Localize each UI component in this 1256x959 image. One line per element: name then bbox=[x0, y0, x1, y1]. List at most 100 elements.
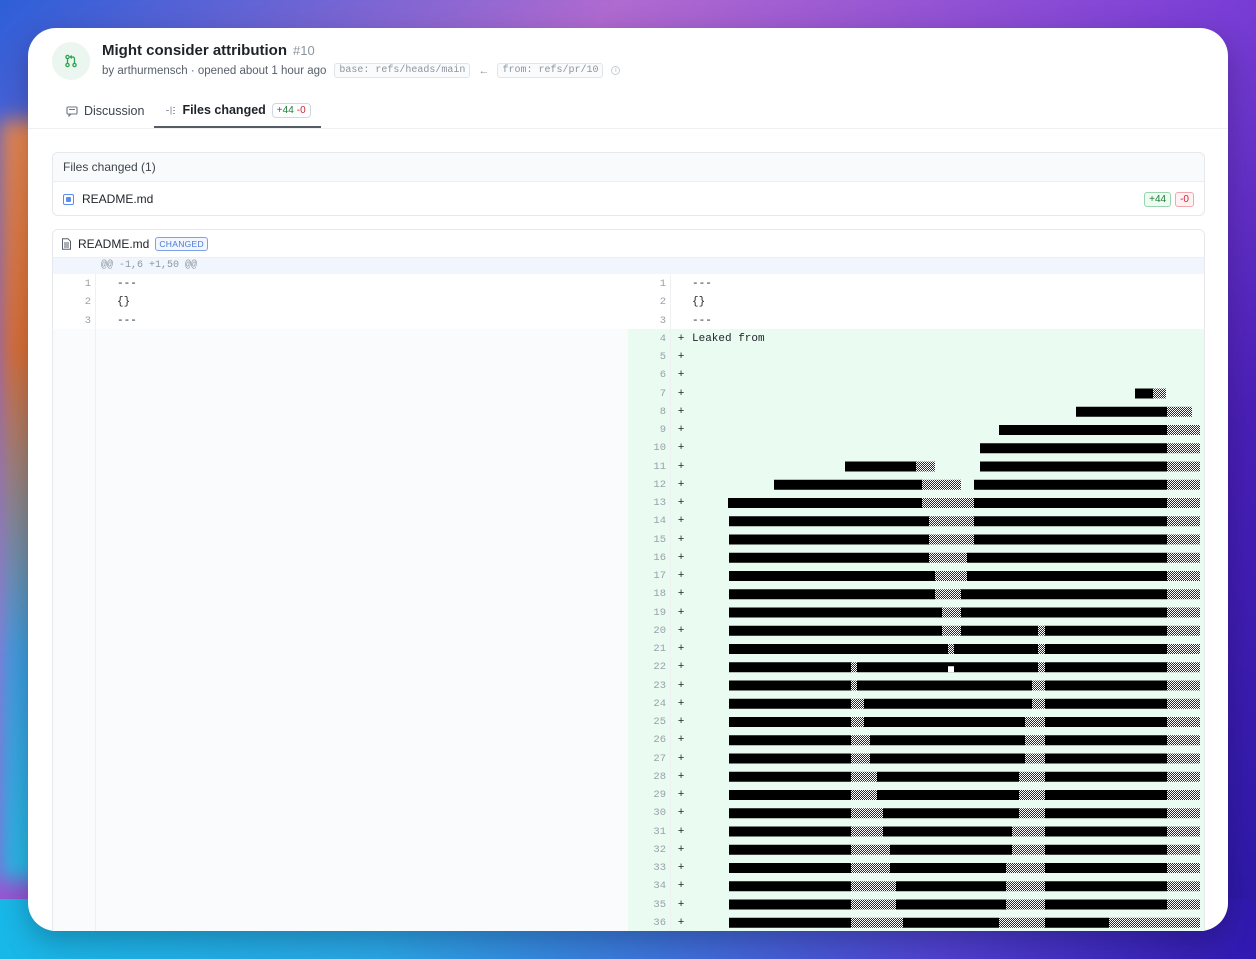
ascii-block-solid bbox=[729, 698, 851, 709]
ascii-block-dither bbox=[1167, 735, 1200, 746]
tab-files-changed[interactable]: Files changed +44 -0 bbox=[154, 94, 321, 128]
tab-discussion[interactable]: Discussion bbox=[56, 94, 154, 128]
diff-panel: README.md CHANGED @@ -1,6 +1,50 @@ 1 --- 2… bbox=[52, 229, 1205, 931]
ascii-block-dither bbox=[1167, 698, 1200, 709]
file-list-name: README.md bbox=[82, 192, 154, 206]
pr-number: #10 bbox=[293, 43, 315, 58]
base-ref-chip[interactable]: base: refs/heads/main bbox=[334, 63, 471, 78]
ascii-block-solid bbox=[903, 917, 999, 928]
ascii-block-dither bbox=[935, 589, 961, 600]
ascii-block-dither bbox=[1167, 571, 1200, 581]
ascii-block-dither bbox=[1025, 735, 1045, 746]
diff-file-name[interactable]: README.md bbox=[78, 237, 149, 251]
ascii-block-dither bbox=[1038, 625, 1045, 636]
ascii-block-dither bbox=[851, 881, 896, 892]
ascii-block-dither bbox=[1019, 771, 1045, 782]
ascii-block-solid bbox=[1045, 662, 1167, 673]
ascii-block-solid bbox=[1045, 753, 1167, 764]
ascii-block-dither bbox=[851, 917, 903, 928]
ascii-block-dither bbox=[1167, 461, 1200, 472]
ascii-block-dither bbox=[1006, 863, 1045, 873]
ascii-block-solid bbox=[890, 844, 1012, 855]
info-icon[interactable]: i bbox=[611, 66, 621, 75]
ascii-block-dither bbox=[851, 826, 883, 837]
ascii-block-solid bbox=[967, 571, 1167, 581]
pr-tabs: Discussion Files changed +44 -0 bbox=[56, 94, 321, 128]
ascii-block-solid bbox=[1045, 899, 1167, 910]
ascii-block-dither bbox=[1032, 698, 1045, 709]
ascii-block-solid bbox=[896, 899, 1006, 910]
ascii-block-solid bbox=[1045, 625, 1167, 636]
ascii-block-dither bbox=[851, 698, 864, 709]
ascii-block-solid bbox=[729, 662, 851, 673]
ascii-block-solid bbox=[883, 826, 1012, 837]
ascii-block-dither bbox=[929, 552, 967, 563]
ascii-block-solid bbox=[961, 589, 1167, 600]
ascii-block-dither bbox=[1167, 607, 1200, 618]
ascii-block-dither bbox=[929, 516, 974, 527]
ascii-block-solid bbox=[1135, 388, 1153, 399]
ascii-block-solid bbox=[967, 552, 1167, 563]
diff-icon bbox=[166, 106, 176, 114]
ascii-block-solid bbox=[1045, 735, 1167, 746]
files-changed-heading: Files changed (1) bbox=[53, 153, 1204, 182]
header-divider bbox=[28, 128, 1228, 129]
ascii-block-dither bbox=[1032, 680, 1045, 691]
tab-diff-stats: +44 -0 bbox=[271, 102, 311, 118]
comment-icon bbox=[66, 105, 78, 117]
ascii-block-solid bbox=[729, 534, 929, 545]
ascii-block-solid bbox=[774, 479, 806, 490]
ascii-block-dither bbox=[1167, 808, 1200, 819]
ascii-block-dither bbox=[1167, 589, 1200, 600]
tab-deletions: -0 bbox=[296, 104, 306, 116]
ascii-block-dither bbox=[1167, 625, 1200, 636]
from-ref-chip[interactable]: from: refs/pr/10 bbox=[497, 63, 604, 78]
ascii-block-dither bbox=[851, 735, 870, 746]
ascii-block-solid bbox=[974, 516, 1167, 527]
ascii-block-dither bbox=[948, 644, 954, 654]
ascii-block-dither bbox=[1167, 753, 1200, 764]
ascii-block-dither bbox=[851, 680, 857, 691]
ascii-block-solid bbox=[864, 698, 1032, 709]
ascii-block-dither bbox=[1012, 844, 1045, 855]
ascii-block-solid bbox=[728, 498, 735, 508]
pull-request-icon bbox=[52, 42, 90, 80]
ascii-block-dither bbox=[1167, 863, 1200, 873]
ascii-block-solid bbox=[857, 680, 1032, 691]
ascii-block-dither bbox=[942, 625, 961, 636]
ascii-block-solid bbox=[729, 844, 851, 855]
ascii-block-dither bbox=[1109, 917, 1200, 928]
ascii-notch bbox=[948, 666, 954, 673]
ascii-block-dither bbox=[1153, 388, 1166, 399]
ascii-block-solid bbox=[735, 498, 922, 508]
files-changed-panel: Files changed (1) README.md +44 -0 bbox=[52, 152, 1205, 216]
ascii-block-dither bbox=[916, 461, 935, 472]
ascii-block-solid bbox=[729, 899, 851, 910]
ascii-block-dither bbox=[851, 863, 890, 873]
ascii-block-dither bbox=[851, 808, 883, 819]
ascii-block-solid bbox=[857, 662, 1038, 673]
tab-additions: +44 bbox=[276, 104, 294, 116]
file-status-icon bbox=[63, 193, 74, 205]
ascii-block-dither bbox=[851, 899, 896, 910]
ascii-block-dither bbox=[1167, 479, 1200, 490]
ascii-block-solid bbox=[1045, 844, 1167, 855]
diff-file-header: README.md CHANGED bbox=[53, 230, 1204, 258]
ascii-block-solid bbox=[870, 735, 1025, 746]
ascii-block-solid bbox=[954, 644, 1038, 654]
ascii-block-solid bbox=[980, 443, 1167, 454]
ascii-block-solid bbox=[1045, 698, 1167, 709]
ascii-block-solid bbox=[729, 680, 851, 691]
ascii-block-solid bbox=[729, 881, 851, 892]
ascii-block-solid bbox=[729, 571, 935, 581]
tab-files-changed-label: Files changed bbox=[182, 103, 266, 117]
ascii-block-solid bbox=[729, 607, 942, 618]
file-list-item[interactable]: README.md +44 -0 bbox=[53, 182, 1204, 216]
ascii-block-dither bbox=[1012, 826, 1045, 837]
ascii-block-dither bbox=[1167, 406, 1192, 417]
ascii-block-dither bbox=[1167, 844, 1200, 855]
ascii-block-solid bbox=[1045, 790, 1167, 800]
ascii-block-solid bbox=[1045, 644, 1167, 654]
ascii-block-solid bbox=[729, 589, 935, 600]
ascii-block-dither bbox=[1025, 717, 1045, 727]
